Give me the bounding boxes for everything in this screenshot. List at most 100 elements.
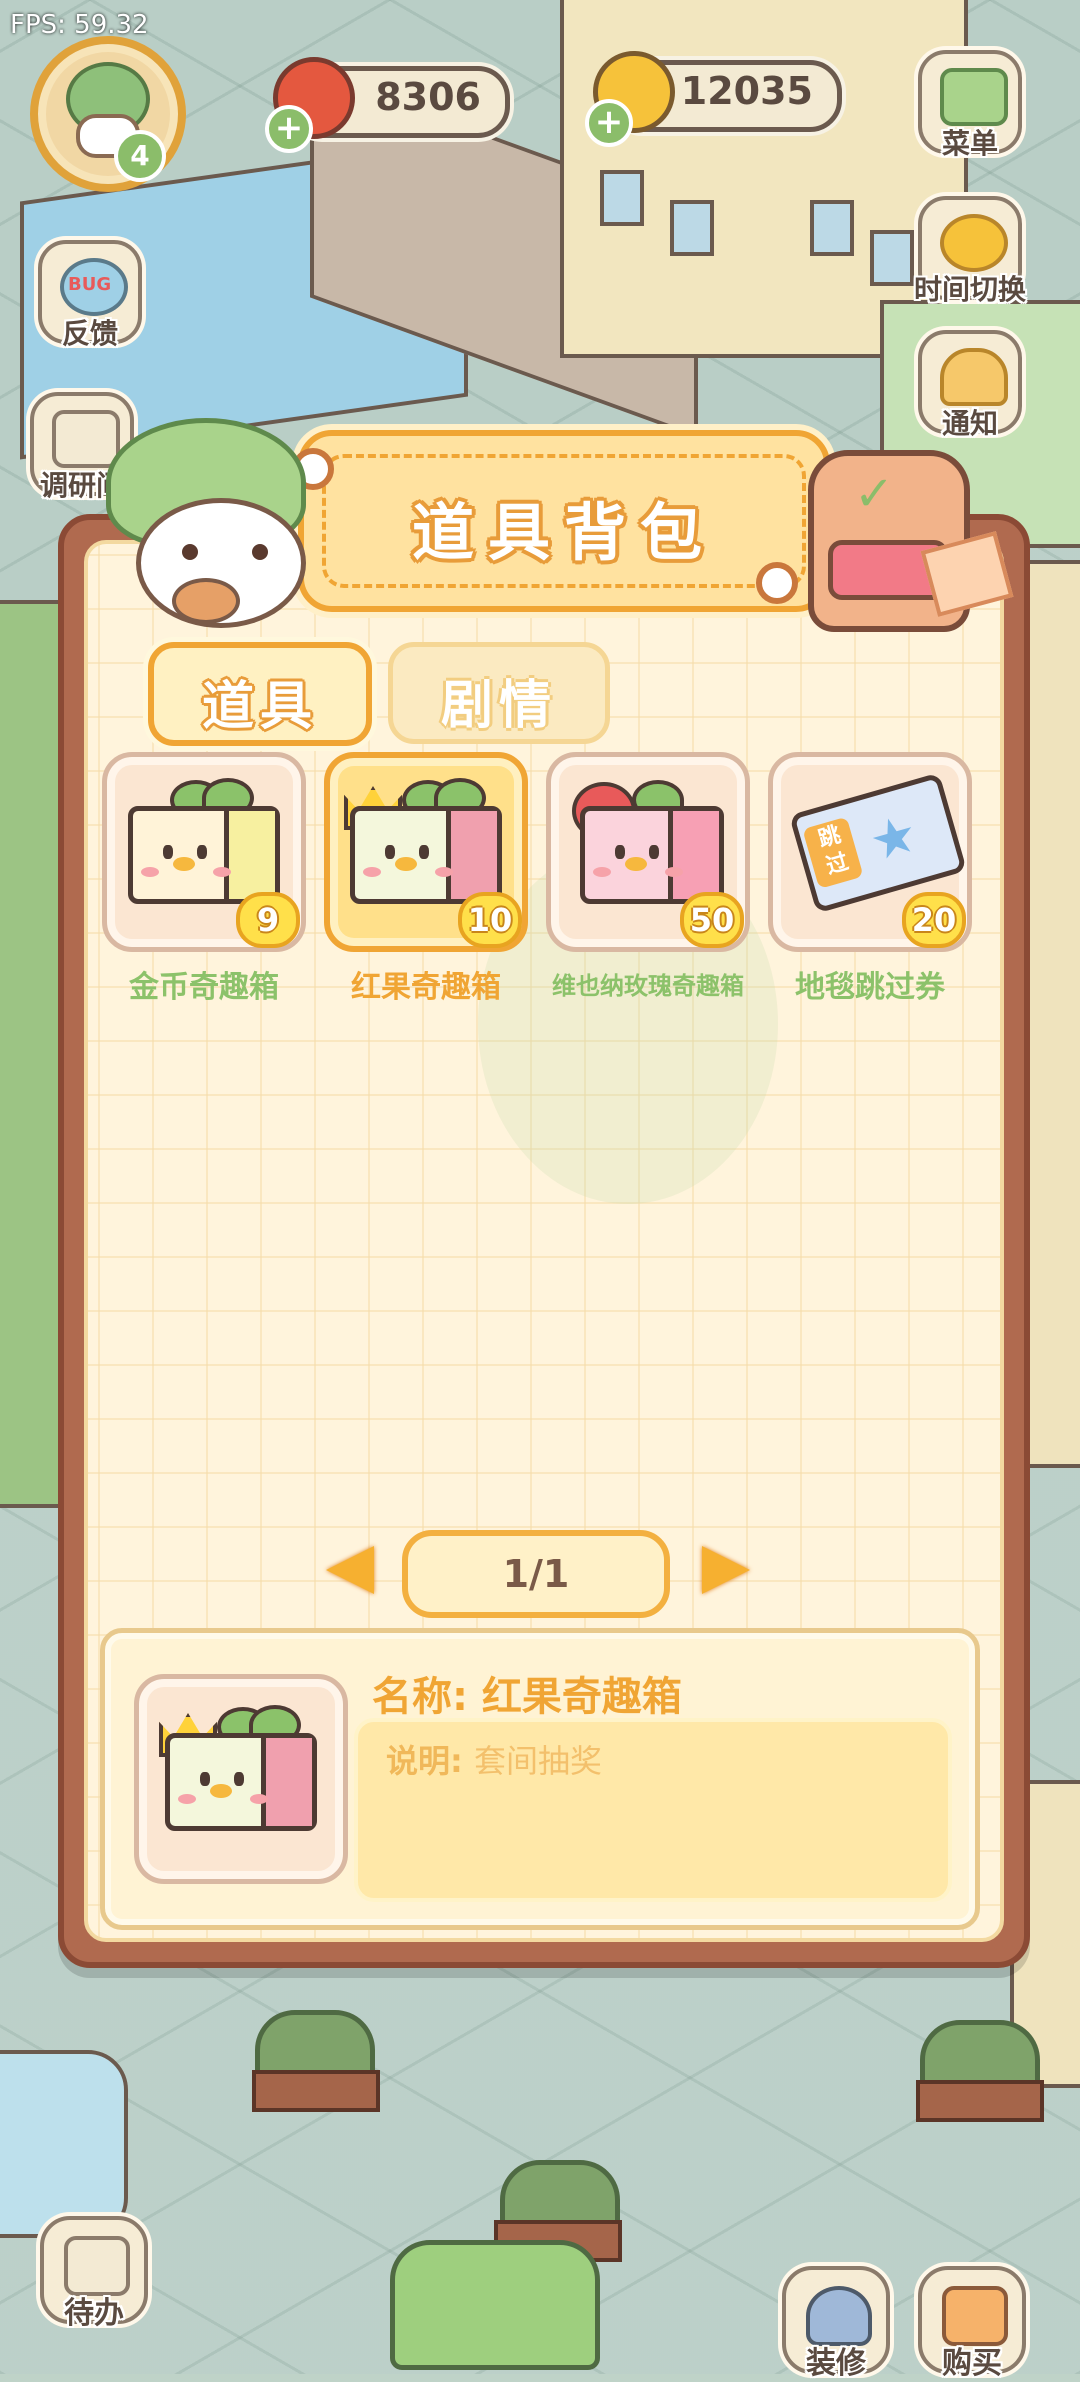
- menu-label: 菜单: [941, 127, 998, 160]
- prev-page-button[interactable]: [326, 1546, 374, 1594]
- window: [810, 200, 854, 256]
- cabbage-mascot: [106, 418, 316, 628]
- banner-ring-right: [756, 562, 798, 604]
- box-band: [261, 1738, 312, 1826]
- eye: [197, 845, 207, 859]
- planter: [916, 2080, 1044, 2122]
- item-name: 红果奇趣箱: [351, 970, 501, 1005]
- item-count: 20: [902, 892, 966, 948]
- menu-button[interactable]: 菜单: [918, 50, 1022, 160]
- blush: [435, 867, 453, 877]
- menu-icon: [940, 68, 1008, 126]
- eye: [163, 845, 173, 859]
- notice-button[interactable]: 通知: [918, 330, 1022, 440]
- blush: [665, 867, 683, 877]
- time-switch-button[interactable]: 时间切换: [914, 196, 1026, 306]
- description-label: 说明:: [386, 1742, 463, 1780]
- tab-items-label: 道具: [201, 677, 318, 737]
- red-fruit-value: 8306: [375, 75, 481, 119]
- eye: [200, 1772, 210, 1786]
- planter: [252, 2070, 380, 2112]
- box-body: [165, 1733, 317, 1831]
- todo-list-icon: [64, 2236, 130, 2296]
- eye: [419, 845, 429, 859]
- bug-badge-text: BUG: [68, 274, 112, 295]
- blush: [213, 867, 231, 877]
- description-line: 说明: 套间抽奖: [386, 1736, 602, 1782]
- sun-icon: [940, 214, 1008, 272]
- decorate-button[interactable]: 装修: [782, 2266, 890, 2381]
- detail-item-name: 名称: 红果奇趣箱: [372, 1674, 682, 1720]
- red-fruit-counter[interactable]: + 8306: [265, 57, 510, 153]
- blush: [363, 867, 381, 877]
- item-count: 50: [680, 892, 744, 948]
- bug-icon: BUG: [60, 258, 128, 316]
- red-fruit-box-icon: [344, 778, 502, 904]
- detail-description: 说明: 套间抽奖: [354, 1718, 952, 1902]
- blush: [178, 1794, 196, 1804]
- bell-icon: [940, 348, 1008, 406]
- buy-button[interactable]: 购买: [918, 2266, 1026, 2381]
- mascot-nose: [172, 578, 240, 624]
- eye: [385, 845, 395, 859]
- blush: [141, 867, 159, 877]
- beak: [395, 857, 417, 871]
- eye: [615, 845, 625, 859]
- coin-counter[interactable]: + 12035: [585, 51, 842, 147]
- page-indicator: 1/1: [402, 1530, 670, 1618]
- tree-canopy: [390, 2240, 600, 2370]
- beak: [210, 1784, 232, 1798]
- buy-label: 购买: [942, 2346, 1002, 2381]
- pond: [0, 2050, 128, 2238]
- item-rose-box[interactable]: 50 维也纳玫瑰奇趣箱: [546, 752, 750, 1000]
- box-body: [128, 806, 280, 904]
- decorate-label: 装修: [806, 2346, 866, 2381]
- add-red-fruit-button[interactable]: +: [265, 105, 313, 153]
- item-coin-box[interactable]: 9 金币奇趣箱: [102, 752, 306, 1005]
- shopping-bag-icon: [942, 2286, 1008, 2346]
- box-body: [580, 806, 724, 904]
- item-name: 金币奇趣箱: [129, 970, 279, 1005]
- builder-icon: [806, 2286, 872, 2346]
- item-name: 维也纳玫瑰奇趣箱: [552, 972, 744, 1000]
- star-icon: ★: [863, 803, 925, 874]
- skip-ticket-icon: 跳过 ★: [788, 772, 968, 914]
- fps-counter: FPS: 59.32: [10, 10, 149, 40]
- level-badge: 4: [114, 130, 166, 182]
- add-coin-button[interactable]: +: [585, 99, 633, 147]
- title-banner: 道具背包: [298, 430, 830, 612]
- item-skip-ticket[interactable]: 跳过 ★ 20 地毯跳过券: [768, 752, 972, 1005]
- item-name: 地毯跳过券: [795, 970, 945, 1005]
- backpack-icon: ✓: [798, 430, 1014, 632]
- blush: [250, 1794, 268, 1804]
- next-page-button[interactable]: [702, 1546, 750, 1594]
- item-count: 9: [236, 892, 300, 948]
- description-value: 套间抽奖: [473, 1742, 602, 1780]
- coin-box-icon: [128, 778, 280, 904]
- feedback-button[interactable]: BUG 反馈: [38, 240, 142, 350]
- box-band: [668, 811, 719, 899]
- red-fruit-box-icon: [159, 1705, 317, 1831]
- feedback-label: 反馈: [61, 317, 118, 350]
- window: [600, 170, 644, 226]
- detail-thumbnail: [134, 1674, 348, 1884]
- check-icon: ✓: [854, 466, 895, 522]
- beak: [625, 857, 647, 871]
- box-body: [350, 806, 502, 904]
- time-switch-label: 时间切换: [913, 273, 1026, 306]
- tab-story-label: 剧情: [440, 676, 557, 736]
- beak: [173, 857, 195, 871]
- blush: [593, 867, 611, 877]
- tab-items[interactable]: 道具: [148, 642, 372, 746]
- item-count: 10: [458, 892, 522, 948]
- rose-box-icon: [572, 780, 724, 904]
- coin-value: 12035: [680, 69, 813, 113]
- mascot-eye: [252, 544, 268, 560]
- tab-story[interactable]: 剧情: [388, 642, 610, 744]
- eye: [649, 845, 659, 859]
- item-red-fruit-box[interactable]: 10 红果奇趣箱: [324, 752, 528, 1005]
- todo-button[interactable]: 待办: [40, 2216, 148, 2331]
- mascot-eye: [182, 544, 198, 560]
- eye: [234, 1772, 244, 1786]
- window: [670, 200, 714, 256]
